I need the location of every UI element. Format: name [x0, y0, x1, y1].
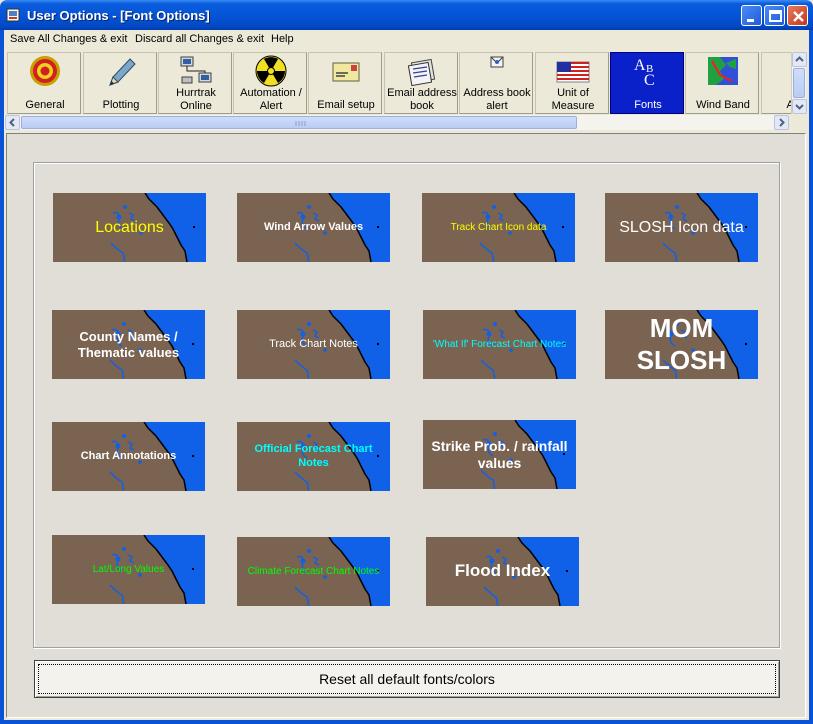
font-preview-tile[interactable]: 'What If' Forecast Chart Notes — [423, 310, 576, 379]
tool-email-address-book[interactable]: Email address book — [384, 52, 458, 114]
font-tile-label: Lat/Long Values — [92, 563, 165, 575]
reset-default-fonts-button[interactable]: Reset all default fonts/colors — [34, 660, 780, 698]
tool-label: Hurrtrak Online — [176, 87, 216, 112]
font-preview-tile[interactable]: Chart Annotations — [52, 422, 205, 491]
menu-discard-all[interactable]: Discard all Changes & exit — [135, 33, 264, 45]
close-button[interactable] — [787, 5, 808, 26]
close-icon — [793, 11, 804, 22]
font-preview-tile[interactable]: Climate Forecast Chart Notes — [237, 537, 390, 606]
font-tile-label: Track Chart Icon data — [450, 221, 547, 233]
chevron-right-icon — [779, 118, 785, 127]
maximize-button[interactable] — [764, 5, 785, 26]
minimize-button[interactable] — [741, 5, 762, 26]
chevron-left-icon — [9, 118, 15, 127]
chevron-down-icon — [795, 104, 804, 110]
svg-text:C: C — [644, 72, 655, 87]
font-tile-label: 'What If' Forecast Chart Notes — [432, 338, 567, 350]
font-tile-label: Official Forecast Chart Notes — [254, 443, 373, 469]
envelope-icon — [332, 62, 360, 82]
window-title: User Options - [Font Options] — [27, 8, 210, 23]
font-tile-label: MOM SLOSH — [636, 313, 727, 375]
font-tile-label: SLOSH Icon data — [619, 218, 744, 236]
minimize-icon — [747, 19, 754, 22]
font-preview-tile[interactable]: SLOSH Icon data — [605, 193, 758, 262]
font-preview-tile[interactable]: Official Forecast Chart Notes — [237, 422, 390, 491]
tool-label: Email setup — [317, 99, 375, 111]
font-tile-label: Strike Prob. / rainfall values — [431, 437, 568, 471]
font-preview-tile[interactable]: Track Chart Icon data — [422, 193, 575, 262]
target-icon — [30, 56, 60, 86]
app-icon — [6, 8, 20, 22]
maximize-icon — [769, 10, 782, 22]
tool-label: Automation / Alert — [240, 87, 302, 112]
tool-label: Plotting — [102, 99, 140, 111]
font-tile-label: Chart Annotations — [80, 449, 177, 462]
pencil-icon — [109, 58, 136, 86]
scroll-thumb[interactable] — [793, 68, 805, 98]
fonts-abc-icon: A B C — [634, 57, 655, 87]
menu-bar: Save All Changes & exit Discard all Chan… — [4, 30, 809, 49]
scroll-down-button[interactable] — [792, 99, 807, 114]
font-preview-tile[interactable]: Flood Index — [426, 537, 579, 606]
us-flag-icon — [556, 61, 590, 83]
tool-label: Unit of Measure — [551, 87, 595, 112]
network-icon — [180, 56, 212, 84]
address-alert-icon — [490, 56, 504, 68]
tool-general[interactable]: General — [7, 52, 81, 114]
menu-help[interactable]: Help — [271, 33, 294, 45]
menu-save-all[interactable]: Save All Changes & exit — [10, 33, 127, 45]
tool-label: Wind Band — [696, 99, 750, 111]
toolbar-horizontal-scrollbar[interactable] — [4, 115, 789, 130]
tool-hurrtrak-online[interactable]: Hurrtrak Online — [158, 52, 232, 114]
font-preview-tile[interactable]: County Names / Thematic values — [52, 310, 205, 379]
tool-address-book-alert[interactable]: Address book alert — [459, 52, 533, 114]
font-tile-label: Flood Index — [454, 561, 551, 581]
title-bar[interactable]: User Options - [Font Options] — [0, 0, 813, 30]
tool-automation-alert[interactable]: Automation / Alert — [233, 52, 307, 114]
tool-email-setup[interactable]: Email setup — [308, 52, 382, 114]
font-preview-tile[interactable]: Wind Arrow Values — [237, 193, 390, 262]
scroll-thumb[interactable] — [21, 116, 577, 129]
reset-button-label: Reset all default fonts/colors — [319, 671, 495, 687]
tool-plotting[interactable]: Plotting — [83, 52, 157, 114]
wind-band-map-icon — [708, 57, 738, 85]
tool-fonts[interactable]: A B C Fonts — [610, 52, 684, 114]
scroll-left-button[interactable] — [5, 115, 20, 130]
font-preview-tile[interactable]: Lat/Long Values — [52, 535, 205, 604]
scroll-right-button[interactable] — [774, 115, 789, 130]
font-preview-tile[interactable]: Strike Prob. / rainfall values — [423, 420, 576, 489]
scroll-up-button[interactable] — [792, 52, 807, 67]
toolbar-vertical-scrollbar[interactable] — [791, 52, 807, 114]
chevron-up-icon — [795, 56, 804, 62]
tool-unit-of-measure[interactable]: Unit of Measure — [535, 52, 609, 114]
font-tile-label: Climate Forecast Chart Notes — [247, 565, 380, 577]
tool-label: General — [25, 99, 65, 111]
font-preview-tile[interactable]: MOM SLOSH — [605, 310, 758, 379]
grip-icon — [295, 121, 306, 126]
font-preview-tile[interactable]: Track Chart Notes — [237, 310, 390, 379]
font-tile-label: Track Chart Notes — [269, 337, 358, 350]
tool-label: Email address book — [387, 87, 457, 112]
tool-wind-band[interactable]: Wind Band — [685, 52, 759, 114]
address-book-icon — [407, 58, 436, 87]
tool-label: Address book alert — [463, 87, 531, 112]
font-preview-tile[interactable]: Locations — [53, 193, 206, 262]
font-tile-label: County Names / Thematic values — [77, 328, 180, 360]
radiation-icon — [255, 55, 287, 87]
tool-label: Fonts — [634, 99, 662, 111]
font-tile-label: Wind Arrow Values — [263, 220, 364, 233]
font-tile-label: Locations — [95, 218, 164, 236]
options-toolbar: General Plotting Hurrtrak Online Automat… — [4, 50, 805, 114]
